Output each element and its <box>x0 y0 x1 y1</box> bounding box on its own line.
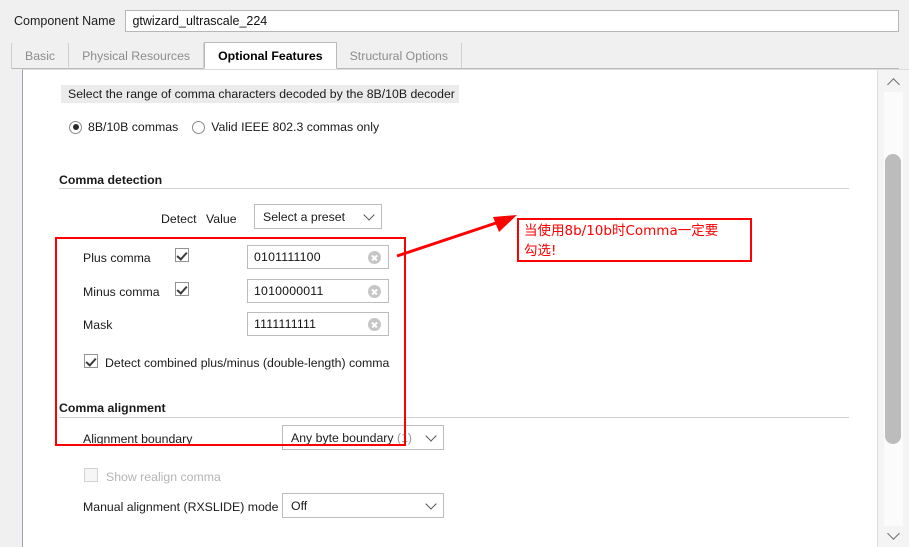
minus-comma-value: 1010000011 <box>254 284 324 298</box>
manual-alignment-combobox[interactable]: Off <box>282 493 444 518</box>
alignment-boundary-combobox[interactable]: Any byte boundary (1) <box>282 425 444 450</box>
clear-icon[interactable] <box>368 317 381 331</box>
radio-unselected-icon[interactable] <box>192 120 206 134</box>
chevron-down-icon[interactable] <box>419 498 443 511</box>
section-rule-comma-alignment <box>59 417 849 418</box>
alignment-boundary-label: Alignment boundary <box>83 432 193 446</box>
scroll-up-button[interactable] <box>884 73 903 93</box>
scroll-content: Select the range of comma characters dec… <box>23 70 878 547</box>
scrollbar-thumb[interactable] <box>885 154 901 444</box>
minus-comma-checkbox[interactable] <box>175 282 189 296</box>
section-title-comma-detection: Comma detection <box>59 173 171 187</box>
preset-combobox-text: Select a preset <box>263 209 346 224</box>
chevron-down-icon[interactable] <box>419 430 443 443</box>
plus-comma-checkbox[interactable] <box>175 248 189 262</box>
alignment-boundary-suffix: (1) <box>396 430 412 445</box>
chevron-up-icon <box>887 78 900 91</box>
clear-icon[interactable] <box>368 284 381 298</box>
minus-comma-input[interactable]: 1010000011 <box>247 279 389 303</box>
double-length-comma-checkbox[interactable] <box>84 354 98 368</box>
radio-valid-ieee-commas-label: Valid IEEE 802.3 commas only <box>211 120 380 134</box>
show-realign-comma-checkbox <box>84 468 98 482</box>
chevron-down-icon[interactable] <box>357 209 381 222</box>
alignment-boundary-value: Any byte boundary (1) <box>283 431 419 445</box>
manual-alignment-label: Manual alignment (RXSLIDE) mode <box>83 500 279 514</box>
tab-basic[interactable]: Basic <box>11 43 70 69</box>
mask-label: Mask <box>83 318 113 332</box>
application-window: Component Name gtwizard_ultrascale_224 B… <box>0 0 909 547</box>
component-name-input[interactable]: gtwizard_ultrascale_224 <box>125 10 899 32</box>
column-header-detect: Detect <box>161 212 197 226</box>
preset-combobox[interactable]: Select a preset <box>254 204 382 229</box>
plus-comma-value: 0101111100 <box>254 250 321 264</box>
clear-icon[interactable] <box>368 250 381 264</box>
section-title-comma-alignment: Comma alignment <box>59 401 174 415</box>
section-rule-comma-detection <box>59 188 849 189</box>
scroll-down-button[interactable] <box>884 525 903 545</box>
chevron-down-icon <box>887 527 900 540</box>
manual-alignment-value: Off <box>291 498 308 513</box>
tab-structural-options[interactable]: Structural Options <box>337 43 463 69</box>
comma-range-banner: Select the range of comma characters dec… <box>61 85 459 103</box>
radio-8b10b-commas-label: 8B/10B commas <box>88 120 179 134</box>
comma-range-radio-group: 8B/10B commas Valid IEEE 802.3 commas on… <box>69 120 379 134</box>
radio-8b10b-commas[interactable]: 8B/10B commas <box>69 120 178 134</box>
plus-comma-input[interactable]: 0101111100 <box>247 245 389 269</box>
vertical-scrollbar[interactable] <box>877 70 909 547</box>
component-name-bar: Component Name gtwizard_ultrascale_224 <box>0 0 909 42</box>
mask-value: 1111111111 <box>254 317 317 331</box>
mask-input[interactable]: 1111111111 <box>247 312 389 336</box>
alignment-boundary-main-text: Any byte boundary <box>291 430 394 445</box>
tab-strip: Basic Physical Resources Optional Featur… <box>11 42 899 69</box>
column-header-value: Value <box>206 212 237 226</box>
tab-optional-features[interactable]: Optional Features <box>204 42 337 69</box>
plus-comma-label: Plus comma <box>83 251 151 265</box>
annotation-line-1: 当使用8b/10b时Comma一定要 <box>524 223 719 239</box>
minus-comma-label: Minus comma <box>83 285 160 299</box>
annotation-arrow-icon <box>396 215 517 258</box>
annotation-callout: 当使用8b/10b时Comma一定要 勾选! <box>517 218 752 262</box>
tab-physical-resources[interactable]: Physical Resources <box>69 43 205 69</box>
annotation-line-2: 勾选! <box>524 243 557 259</box>
radio-valid-ieee-commas[interactable]: Valid IEEE 802.3 commas only <box>192 120 379 134</box>
radio-selected-icon[interactable] <box>69 120 82 134</box>
double-length-comma-label: Detect combined plus/minus (double-lengt… <box>105 356 390 370</box>
show-realign-comma-label: Show realign comma <box>106 470 221 484</box>
component-name-label: Component Name <box>14 14 116 28</box>
content-panel: Select the range of comma characters dec… <box>22 69 909 547</box>
